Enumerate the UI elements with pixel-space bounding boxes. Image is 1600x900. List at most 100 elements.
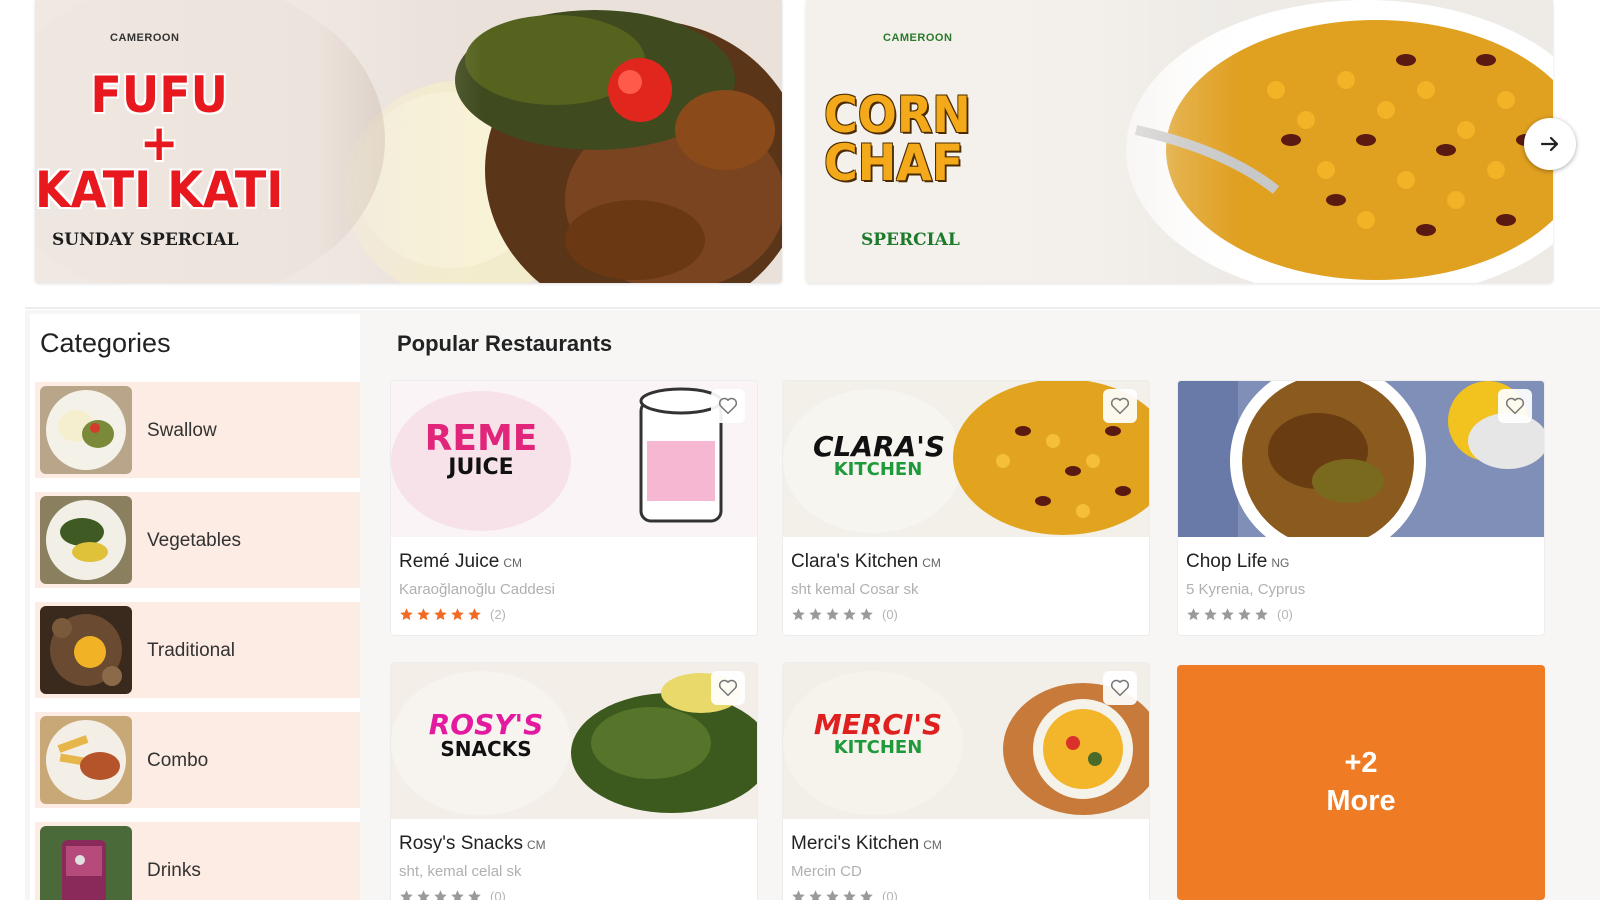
promo-banner-fufu[interactable]: CAMEROON FUFU + KATI KATI SUNDAY SPERCIA… xyxy=(35,0,782,283)
restaurant-name-text: Clara's Kitchen xyxy=(791,551,919,572)
restaurant-name: Chop Life NG xyxy=(1186,551,1289,573)
rating: (2) xyxy=(399,607,506,622)
restaurant-logo: REME JUICE xyxy=(411,421,551,479)
category-label: Combo xyxy=(147,750,209,771)
favorite-button[interactable] xyxy=(1103,671,1137,705)
more-restaurants-button[interactable]: +2 More xyxy=(1177,665,1545,900)
star-icon xyxy=(792,608,805,621)
rating-count: (0) xyxy=(882,607,898,622)
banner-headline: CORN CHAF xyxy=(824,86,1008,192)
restaurant-name: Remé Juice CM xyxy=(399,551,522,573)
rating-count: (2) xyxy=(490,607,506,622)
favorite-button[interactable] xyxy=(711,671,745,705)
restaurant-name-text: Rosy's Snacks xyxy=(399,833,524,854)
restaurant-name-text: Chop Life xyxy=(1186,551,1268,572)
headline-line: CHAF xyxy=(824,133,964,192)
restaurant-name: Rosy's Snacks CM xyxy=(399,833,546,855)
rating: (0) xyxy=(399,889,506,900)
category-thumbnail xyxy=(40,606,132,694)
restaurant-card-rosys-snacks[interactable]: ROSY'S SNACKS Rosy's Snacks CM sht, kemal… xyxy=(390,662,758,900)
restaurant-name: Clara's Kitchen CM xyxy=(791,551,941,573)
logo-line: ROSY'S xyxy=(428,708,544,741)
rating-count: (0) xyxy=(1277,607,1293,622)
favorite-button[interactable] xyxy=(1103,389,1137,423)
restaurant-address: 5 Kyrenia, Cyprus xyxy=(1186,581,1306,598)
restaurant-address: Karaoğlanoğlu Caddesi xyxy=(399,581,555,598)
rating-count: (0) xyxy=(490,889,506,900)
promo-carousel: CAMEROON FUFU + KATI KATI SUNDAY SPERCIA… xyxy=(0,0,1600,290)
banner-special: SPERCIAL xyxy=(861,230,960,250)
category-list: Swallow Vegetables Traditional Combo Dri… xyxy=(35,382,360,900)
logo-line: JUICE xyxy=(448,455,514,480)
category-label: Drinks xyxy=(147,860,201,881)
restaurant-logo: CLARA'S KITCHEN xyxy=(813,430,946,480)
logo-line: KITCHEN xyxy=(833,459,923,480)
country-code: CM xyxy=(527,838,546,852)
logo-line: SNACKS xyxy=(440,737,532,761)
section-divider xyxy=(25,307,1600,309)
star-icon xyxy=(451,890,464,900)
rating-count: (0) xyxy=(882,889,898,900)
restaurant-address: sht kemal Cosar sk xyxy=(791,581,919,598)
restaurant-logo: MERCI'S KITCHEN xyxy=(813,711,943,757)
restaurant-image: ROSY'S SNACKS xyxy=(391,663,757,819)
heart-outline-icon xyxy=(718,397,738,415)
star-icon xyxy=(792,890,805,900)
country-code: CM xyxy=(923,838,942,852)
country-code: NG xyxy=(1271,556,1290,570)
country-code: CM xyxy=(922,556,941,570)
restaurant-logo: ROSY'S SNACKS xyxy=(421,708,551,761)
star-icon xyxy=(468,608,481,621)
category-label: Vegetables xyxy=(147,530,242,551)
promo-banner-corn-chaf[interactable]: CAMEROON CORN CHAF SPERCIAL xyxy=(806,0,1553,283)
category-item-traditional[interactable]: Traditional xyxy=(35,602,360,698)
star-icon xyxy=(434,890,447,900)
logo-line: KITCHEN xyxy=(833,737,923,758)
category-label: Traditional xyxy=(147,640,236,661)
category-item-vegetables[interactable]: Vegetables xyxy=(35,492,360,588)
banner-brand: CAMEROON xyxy=(110,32,180,44)
star-icon xyxy=(468,890,481,900)
favorite-button[interactable] xyxy=(1498,389,1532,423)
category-thumbnail xyxy=(40,826,132,900)
restaurant-name: Merci's Kitchen CM xyxy=(791,833,942,855)
category-item-swallow[interactable]: Swallow xyxy=(35,382,360,478)
restaurant-image: MERCI'S KITCHEN xyxy=(783,663,1149,819)
category-item-combo[interactable]: Combo xyxy=(35,712,360,808)
categories-panel: Categories Swallow Vegetables Traditiona… xyxy=(30,314,360,900)
restaurant-card-claras-kitchen[interactable]: CLARA'S KITCHEN Clara's Kitchen CM sht ke… xyxy=(782,380,1150,636)
arrow-right-icon xyxy=(1540,136,1559,152)
rating: (0) xyxy=(1186,607,1293,622)
heart-outline-icon xyxy=(718,679,738,697)
category-item-drinks[interactable]: Drinks xyxy=(35,822,360,900)
categories-title: Categories xyxy=(40,328,171,358)
logo-line: CLARA'S xyxy=(813,430,946,463)
carousel-next-button[interactable] xyxy=(1524,118,1576,170)
restaurant-image xyxy=(1178,381,1544,537)
country-code: CM xyxy=(503,556,522,570)
star-icon xyxy=(826,890,839,900)
restaurant-card-reme-juice[interactable]: REME JUICE Remé Juice CM Karaoğlanoğlu Ca… xyxy=(390,380,758,636)
banner-special: SUNDAY SPERCIAL xyxy=(52,230,239,250)
restaurant-name-text: Remé Juice xyxy=(399,551,500,572)
star-icon xyxy=(843,890,856,900)
restaurant-name-text: Merci's Kitchen xyxy=(791,833,920,854)
star-icon xyxy=(451,608,464,621)
star-icon xyxy=(1187,608,1200,621)
star-icon xyxy=(860,890,873,900)
star-icon xyxy=(434,608,447,621)
banner-headline: FUFU + KATI KATI xyxy=(35,70,283,214)
favorite-button[interactable] xyxy=(711,389,745,423)
restaurant-image: REME JUICE xyxy=(391,381,757,537)
restaurant-image: CLARA'S KITCHEN xyxy=(783,381,1149,537)
headline-line: CORN xyxy=(824,86,971,144)
restaurant-card-mercis-kitchen[interactable]: MERCI'S KITCHEN Merci's Kitchen CM Mercin… xyxy=(782,662,1150,900)
popular-restaurants-title: Popular Restaurants xyxy=(397,331,613,356)
star-icon xyxy=(826,608,839,621)
restaurant-card-chop-life[interactable]: Chop Life NG 5 Kyrenia, Cyprus (0) xyxy=(1177,380,1545,636)
star-icon xyxy=(1204,608,1217,621)
star-icon xyxy=(1255,608,1268,621)
logo-line: REME xyxy=(424,418,538,459)
rating: (0) xyxy=(791,607,898,622)
restaurant-address: sht, kemal celal sk xyxy=(399,863,522,880)
